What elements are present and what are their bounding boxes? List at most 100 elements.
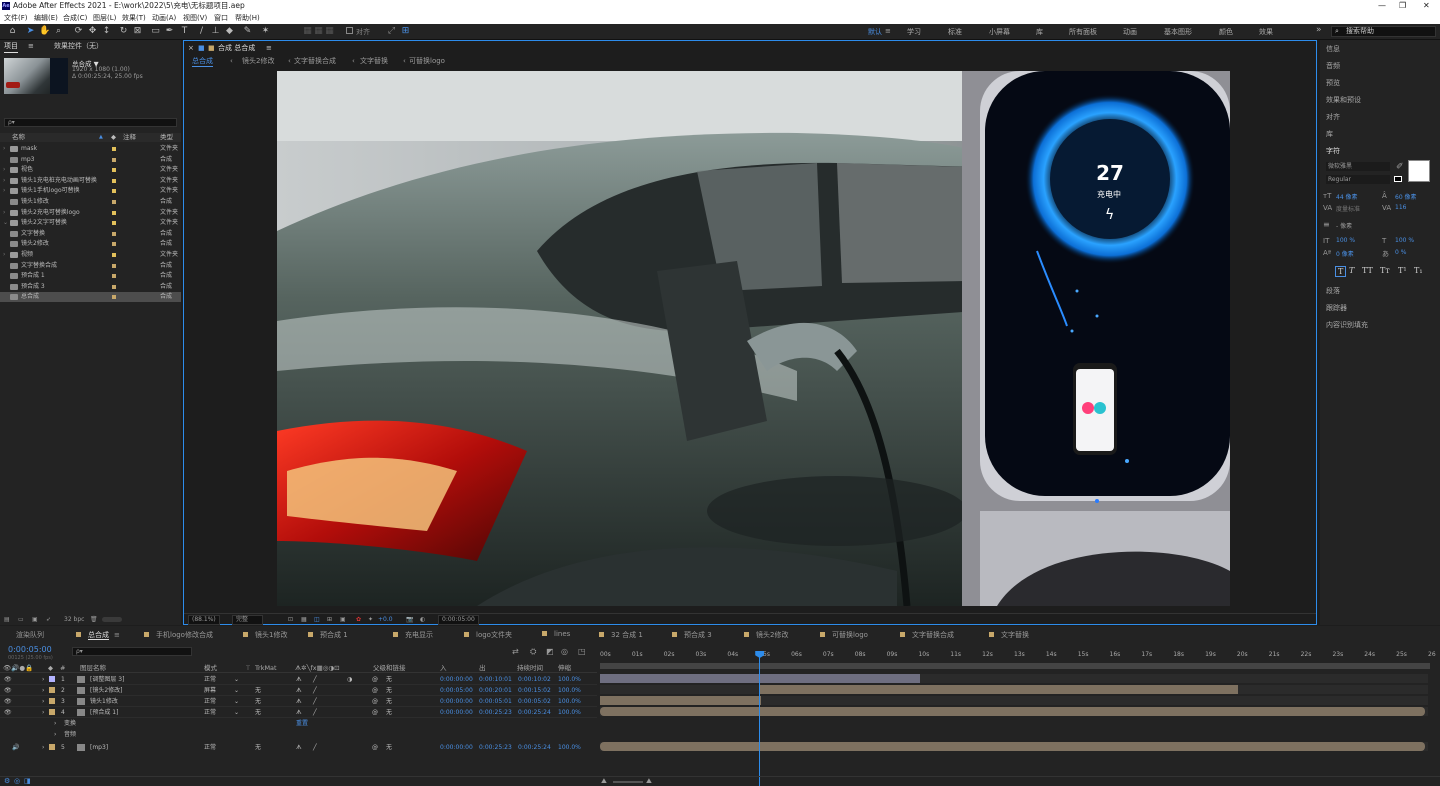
- workspace-small-screen[interactable]: 小屏幕: [989, 27, 1010, 37]
- panel-preview[interactable]: 预览: [1326, 78, 1340, 88]
- layer-mode-dropdown[interactable]: 正常: [204, 696, 216, 707]
- project-item[interactable]: ⌄ 镜头2文字可替换 文件夹: [0, 218, 181, 228]
- label-swatch[interactable]: [112, 231, 116, 236]
- panel-align[interactable]: 对齐: [1326, 112, 1340, 122]
- label-swatch[interactable]: [112, 210, 116, 215]
- exposure-icon[interactable]: ✦: [368, 614, 373, 625]
- menu-file[interactable]: 文件(F): [4, 12, 28, 24]
- comp-tab-title[interactable]: 合成 总合成: [218, 43, 255, 54]
- graph-editor-icon[interactable]: ◳: [578, 647, 586, 656]
- minimize-icon[interactable]: —: [1378, 0, 1386, 12]
- color-management-icon[interactable]: ✿: [356, 614, 361, 625]
- type-tool-icon[interactable]: T: [179, 26, 190, 37]
- layer-in-time[interactable]: 0:00:05:00: [440, 685, 473, 696]
- tab-timeline-8[interactable]: 32 合成 1: [599, 630, 643, 640]
- twirl-icon[interactable]: ›: [3, 176, 5, 186]
- font-style-dropdown[interactable]: Regular: [1326, 175, 1390, 184]
- comp-menu-icon[interactable]: ≡: [266, 43, 272, 54]
- bit-depth-label[interactable]: 32 bpc: [64, 614, 84, 625]
- property-group-row[interactable]: › 变换 重置: [0, 718, 597, 729]
- workspace-libraries[interactable]: 库: [1036, 27, 1043, 37]
- av-features-icon[interactable]: 👁🔊●🔒: [3, 663, 33, 673]
- motion-blur-icon[interactable]: ◎: [561, 647, 568, 656]
- breadcrumb-item-4[interactable]: 可替换logo: [409, 56, 445, 66]
- panel-effects-presets[interactable]: 效果和预设: [1326, 95, 1361, 105]
- show-snapshot-icon[interactable]: ◐: [420, 614, 425, 625]
- pickwhip-icon[interactable]: @: [372, 707, 378, 718]
- layer-name[interactable]: [镜头2修改]: [90, 685, 123, 696]
- faux-bold-button[interactable]: T: [1335, 266, 1347, 277]
- column-in[interactable]: 入: [440, 663, 447, 673]
- shy-switch-icon[interactable]: ᗑ: [296, 696, 302, 707]
- toggle-switches-icon[interactable]: ⚙: [4, 777, 10, 786]
- tab-project[interactable]: 项目: [4, 41, 18, 53]
- trkmat-dropdown[interactable]: 无: [255, 742, 261, 753]
- snapshot-icon[interactable]: 📷: [406, 614, 413, 625]
- column-comment[interactable]: 注释: [123, 133, 136, 142]
- layer-duration[interactable]: 0:00:25:24: [518, 742, 551, 753]
- project-menu-icon[interactable]: ≡: [28, 41, 34, 52]
- tab-timeline-5[interactable]: 充电显示: [393, 630, 433, 640]
- quality-switch-icon[interactable]: ╱: [313, 685, 317, 696]
- world-axis-icon[interactable]: ▦: [313, 26, 324, 37]
- label-swatch[interactable]: [112, 178, 116, 183]
- eye-icon[interactable]: 👁: [4, 696, 12, 707]
- tab-timeline-10[interactable]: 镜头2修改: [744, 630, 788, 640]
- shy-layers-icon[interactable]: ◩: [546, 647, 554, 656]
- panel-info[interactable]: 信息: [1326, 44, 1340, 54]
- snap-icon[interactable]: ⤢: [386, 26, 397, 37]
- tab-effect-controls[interactable]: 效果控件（无）: [54, 41, 103, 52]
- menu-window[interactable]: 窗口: [214, 12, 228, 24]
- tab-timeline-7[interactable]: lines: [542, 630, 570, 638]
- panel-libraries[interactable]: 库: [1326, 129, 1333, 139]
- layer-stretch[interactable]: 100.0%: [558, 674, 581, 685]
- property-group-row[interactable]: › 音频: [0, 729, 597, 740]
- column-duration[interactable]: 持续时间: [517, 663, 543, 673]
- parent-dropdown[interactable]: 无: [386, 696, 392, 707]
- menu-layer[interactable]: 图层(L): [93, 12, 116, 24]
- small-caps-button[interactable]: Tт: [1380, 266, 1390, 275]
- exposure-value[interactable]: +0.0: [378, 614, 393, 625]
- workspace-effects[interactable]: 效果: [1259, 27, 1273, 37]
- maximize-icon[interactable]: ❐: [1399, 0, 1406, 12]
- label-swatch[interactable]: [112, 242, 116, 247]
- anchor-tool-icon[interactable]: ⊠: [132, 26, 143, 37]
- column-mode[interactable]: 模式: [204, 663, 217, 673]
- eraser-tool-icon[interactable]: ◆: [224, 26, 235, 37]
- tab-timeline-6[interactable]: logo文件夹: [464, 630, 512, 640]
- project-search-input[interactable]: ρ▾: [4, 118, 177, 127]
- project-item[interactable]: 预合成 1 合成: [0, 271, 181, 281]
- layer-in-time[interactable]: 0:00:00:00: [440, 674, 473, 685]
- menu-edit[interactable]: 编辑(E): [34, 12, 58, 24]
- label-column-icon[interactable]: ◆: [111, 133, 116, 142]
- audio-icon[interactable]: 🔊: [12, 742, 19, 753]
- toggle-modes-icon[interactable]: ◎: [14, 777, 20, 786]
- project-item[interactable]: › 视色 文件夹: [0, 165, 181, 175]
- current-time-display[interactable]: 0:00:05:00: [8, 645, 52, 654]
- rectangle-tool-icon[interactable]: ▭: [150, 26, 161, 37]
- pickwhip-icon[interactable]: @: [372, 674, 378, 685]
- thumbnail-zoom-slider[interactable]: [102, 617, 122, 622]
- adjustment-switch-icon[interactable]: ◑: [347, 674, 352, 685]
- snap-options-icon[interactable]: ⊞: [400, 26, 411, 37]
- twirl-icon[interactable]: ›: [42, 742, 44, 753]
- twirl-icon[interactable]: ›: [54, 729, 56, 740]
- tab-timeline-2[interactable]: 手机logo修改合成: [144, 630, 213, 640]
- shy-switch-icon[interactable]: ᗑ: [296, 742, 302, 753]
- trkmat-dropdown[interactable]: 无: [255, 685, 261, 696]
- faux-italic-button[interactable]: T: [1349, 266, 1354, 275]
- project-item[interactable]: 预合成 3 合成: [0, 282, 181, 292]
- breadcrumb-item-3[interactable]: 文字替换: [360, 56, 388, 66]
- timeline-search-input[interactable]: ρ▾: [72, 647, 192, 656]
- zoom-out-icon[interactable]: ⛰: [601, 777, 607, 786]
- home-icon[interactable]: ⌂: [7, 26, 18, 37]
- layer-duration[interactable]: 0:00:25:24: [518, 707, 551, 718]
- eye-icon[interactable]: 👁: [4, 685, 12, 696]
- column-layer-name[interactable]: 图层名称: [80, 663, 106, 673]
- twirl-icon[interactable]: ›: [3, 208, 5, 218]
- workspace-essential-graphics[interactable]: 基本图形: [1164, 27, 1192, 37]
- workspace-animation[interactable]: 动画: [1123, 27, 1137, 37]
- font-size-value[interactable]: 44 像素: [1336, 192, 1358, 201]
- tab-timeline-11[interactable]: 可替换logo: [820, 630, 868, 640]
- tab-timeline-12[interactable]: 文字替换合成: [900, 630, 954, 640]
